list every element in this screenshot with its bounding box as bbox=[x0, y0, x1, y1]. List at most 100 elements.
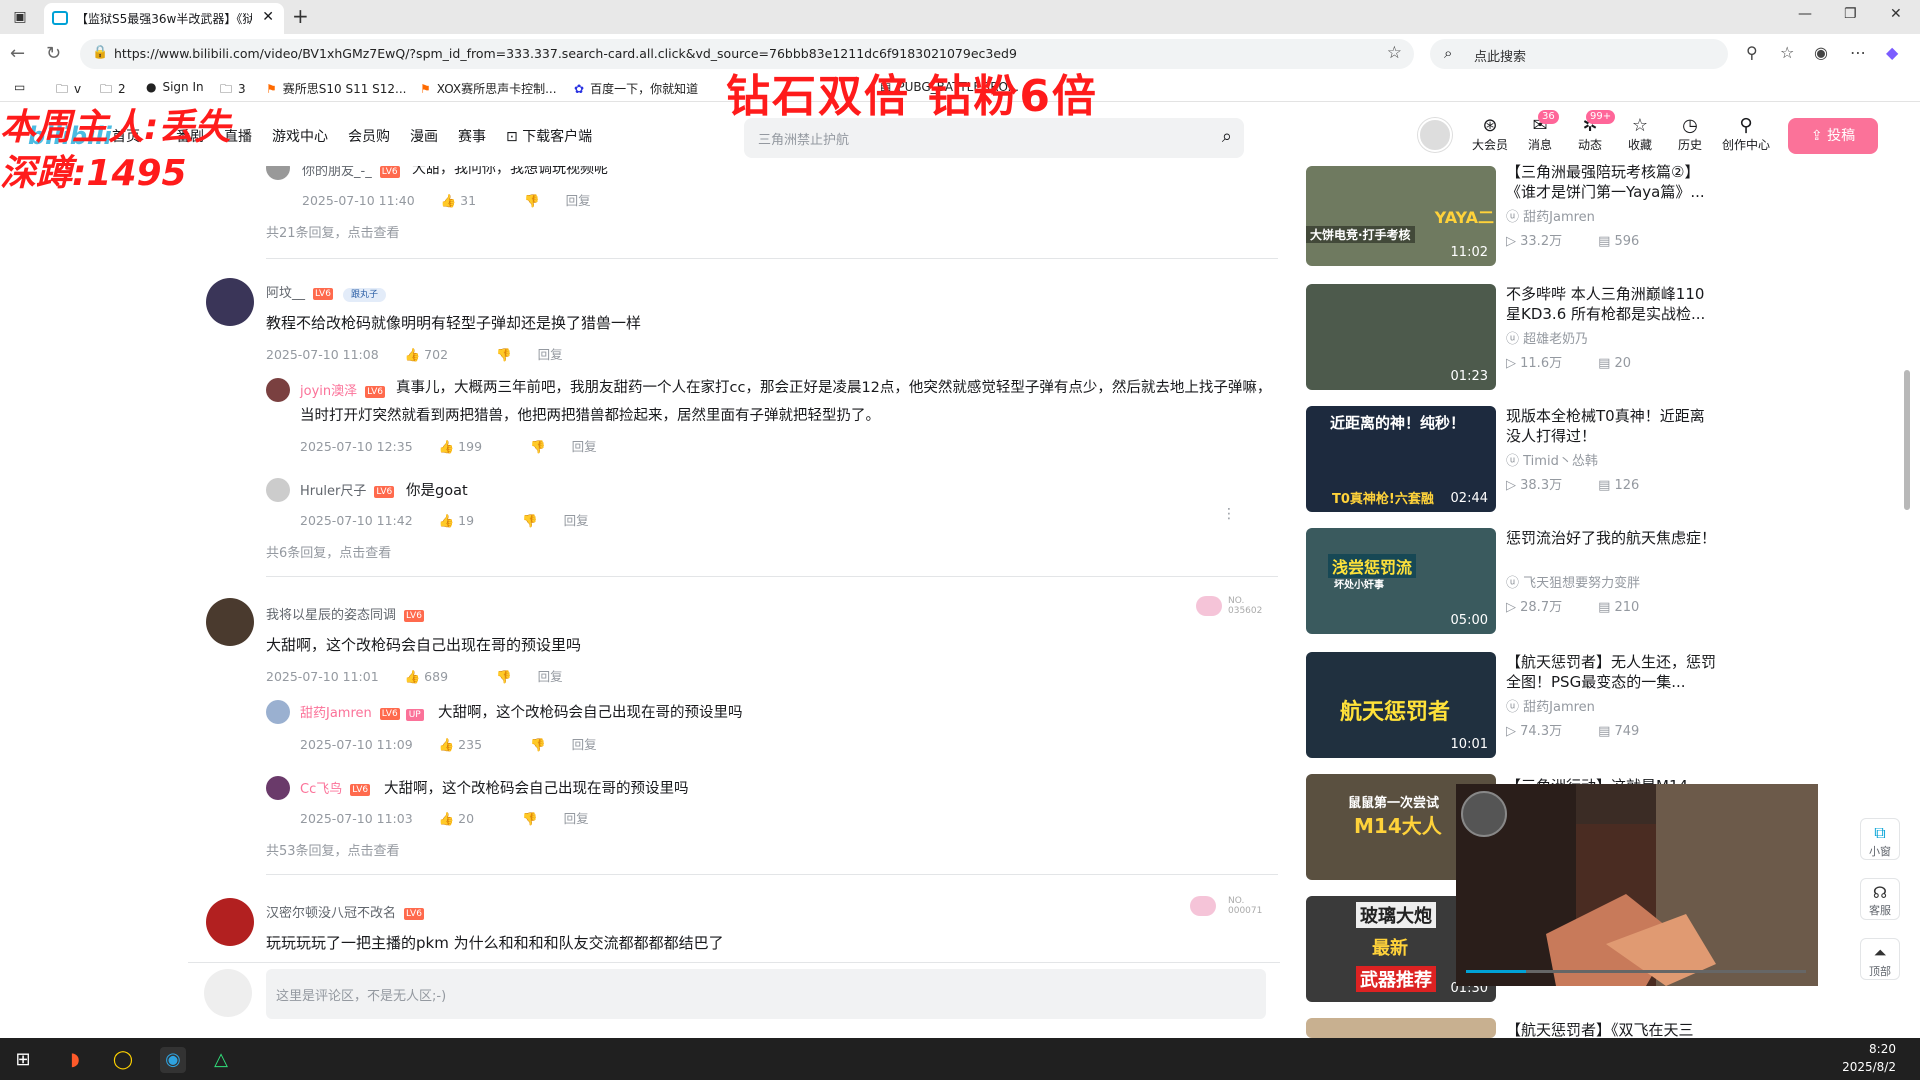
nav-download-client[interactable]: ⊡ 下载客户端 bbox=[506, 126, 592, 146]
avatar[interactable] bbox=[206, 278, 254, 326]
reply-button[interactable]: 回复 bbox=[538, 347, 563, 362]
reply-author[interactable]: Cc飞鸟 LV6 bbox=[300, 778, 371, 797]
restore-icon[interactable]: ❐ bbox=[1844, 6, 1857, 22]
browser-tab-active[interactable]: 【监狱S5最强36w半改武器】《狱 ✕ bbox=[44, 3, 284, 34]
browser-search-box[interactable]: ⌕ 点此搜索 bbox=[1430, 39, 1728, 69]
video-title[interactable]: 【航天惩罚者】无人生还，惩罚全图！PSG最变态的一集... bbox=[1506, 652, 1716, 692]
view-more-replies[interactable]: 共53条回复，点击查看 bbox=[266, 840, 400, 859]
dislike-icon[interactable]: 👎 bbox=[530, 737, 546, 752]
video-title[interactable]: 不多哔哔 本人三角洲巅峰110星KD3.6 所有枪都是实战检... bbox=[1506, 284, 1716, 324]
more-options-icon[interactable]: ⋮ bbox=[1222, 506, 1236, 522]
video-uploader[interactable]: ⓤ 甜药Jamren bbox=[1506, 696, 1595, 715]
dislike-icon[interactable]: 👎 bbox=[496, 669, 512, 684]
dislike-icon[interactable]: 👎 bbox=[522, 811, 538, 826]
minimize-icon[interactable]: — bbox=[1798, 6, 1812, 22]
avatar[interactable] bbox=[266, 776, 290, 800]
reply-author[interactable]: 你的朋友_-_ LV6 bbox=[302, 166, 400, 179]
nav-shop[interactable]: 会员购 bbox=[348, 126, 390, 146]
avatar[interactable] bbox=[266, 478, 290, 502]
video-thumbnail[interactable]: 航天惩罚者 10:01 bbox=[1306, 652, 1496, 758]
video-title[interactable]: 【航天惩罚者】《双飞在天三 bbox=[1506, 1020, 1716, 1038]
bookmark-sign-in[interactable]: ● Sign In bbox=[146, 80, 204, 94]
like-button[interactable]: 👍 702 bbox=[405, 347, 470, 362]
search-icon[interactable]: ⌕ bbox=[1222, 126, 1232, 147]
header-favorites[interactable]: ☆ 收藏 bbox=[1620, 116, 1660, 153]
related-video-card[interactable]: 【航天惩罚者】《双飞在天三 bbox=[1306, 1018, 1826, 1038]
copilot-icon[interactable]: ◆ bbox=[1886, 43, 1898, 62]
video-title[interactable]: 【三角洲最强陪玩考核篇②】《谁才是饼门第一Yaya篇》... bbox=[1506, 162, 1716, 202]
nav-events[interactable]: 赛事 bbox=[458, 126, 486, 146]
video-thumbnail[interactable]: 浅尝惩罚流 坏处小奸事 05:00 bbox=[1306, 528, 1496, 634]
dislike-icon[interactable]: 👎 bbox=[522, 513, 538, 528]
nav-manga[interactable]: 漫画 bbox=[410, 126, 438, 146]
related-video-card[interactable]: 近距离的神！纯秒！ T0真神枪!六套融 02:44 现版本全枪械T0真神！近距离… bbox=[1306, 406, 1826, 514]
site-info-icon[interactable]: 🔒 bbox=[92, 45, 108, 60]
avatar[interactable] bbox=[266, 378, 290, 402]
site-search-input[interactable]: 三角洲禁止护航 ⌕ bbox=[744, 118, 1244, 158]
nav-game-center[interactable]: 游戏中心 bbox=[272, 126, 328, 146]
clock-date[interactable]: 2025/8/2 bbox=[1842, 1060, 1896, 1074]
avatar[interactable] bbox=[266, 166, 290, 180]
comment-input[interactable]: 这里是评论区，不是无人区;-) bbox=[266, 969, 1266, 1019]
video-title[interactable]: 惩罚流治好了我的航天焦虑症！ bbox=[1506, 528, 1716, 548]
bookmark-sasuosi-1[interactable]: ⚑ 赛所思S10 S11 S12... bbox=[266, 80, 407, 97]
view-more-replies[interactable]: 共21条回复，点击查看 bbox=[266, 222, 400, 241]
video-uploader[interactable]: ⓤ 飞天狙想要努力变胖 bbox=[1506, 572, 1640, 591]
reply-button[interactable]: 回复 bbox=[564, 811, 589, 826]
user-avatar[interactable] bbox=[1418, 118, 1452, 152]
video-thumbnail[interactable]: 01:23 bbox=[1306, 284, 1496, 390]
more-menu-icon[interactable]: ⋯ bbox=[1850, 43, 1866, 62]
like-button[interactable]: 👍 235 bbox=[439, 737, 504, 752]
reply-author[interactable]: Hruler尺子 LV6 bbox=[300, 480, 395, 499]
new-tab-icon[interactable]: + bbox=[292, 4, 309, 28]
avatar[interactable] bbox=[206, 598, 254, 646]
back-icon[interactable]: ← bbox=[10, 43, 25, 64]
tab-actions-icon[interactable]: ▣ bbox=[8, 6, 32, 28]
related-video-card[interactable]: YAYA二 大饼电竞·打手考核 11:02 【三角洲最强陪玩考核篇②】《谁才是饼… bbox=[1306, 163, 1826, 274]
reply-button[interactable]: 回复 bbox=[566, 193, 591, 208]
favorites-icon[interactable]: ☆ bbox=[1780, 43, 1794, 62]
video-title[interactable]: 现版本全枪械T0真神！近距离没人打得过！ bbox=[1506, 406, 1716, 446]
edge-browser-icon[interactable]: ◉ bbox=[160, 1047, 186, 1073]
refresh-icon[interactable]: ↻ bbox=[46, 43, 61, 64]
reply-button[interactable]: 回复 bbox=[538, 669, 563, 684]
close-window-icon[interactable]: ✕ bbox=[1890, 6, 1902, 22]
app-icon[interactable]: ◗ bbox=[62, 1047, 88, 1073]
reply-button[interactable]: 回复 bbox=[572, 439, 597, 454]
video-uploader[interactable]: ⓤ Timid丶怂韩 bbox=[1506, 450, 1598, 469]
reply-author[interactable]: 甜药Jamren LV6 UP bbox=[300, 702, 424, 721]
bookmark-sasuosi-2[interactable]: ⚑ XOX赛所思声卡控制... bbox=[420, 80, 557, 97]
scrollbar-thumb[interactable] bbox=[1904, 370, 1910, 510]
avatar[interactable] bbox=[206, 898, 254, 946]
reply-button[interactable]: 回复 bbox=[572, 737, 597, 752]
dislike-icon[interactable]: 👎 bbox=[524, 193, 540, 208]
header-history[interactable]: ◷ 历史 bbox=[1670, 116, 1710, 153]
header-creator-center[interactable]: ⚲ 创作中心 bbox=[1720, 116, 1772, 153]
header-vip[interactable]: ⊛ 大会员 bbox=[1470, 116, 1510, 153]
reply-button[interactable]: 回复 bbox=[564, 513, 589, 528]
app-circle-icon[interactable]: ◯ bbox=[110, 1047, 136, 1073]
bookmark-manager-icon[interactable]: ▭ bbox=[14, 80, 25, 94]
comment-author[interactable]: 我将以星辰的姿态同调 LV6 bbox=[266, 604, 424, 623]
video-uploader[interactable]: ⓤ 甜药Jamren bbox=[1506, 206, 1595, 225]
like-button[interactable]: 👍 199 bbox=[439, 439, 504, 454]
profile-icon[interactable]: ◉ bbox=[1814, 43, 1828, 62]
customer-service-button[interactable]: ☊ 客服 bbox=[1860, 878, 1900, 920]
related-video-card[interactable]: 航天惩罚者 10:01 【航天惩罚者】无人生还，惩罚全图！PSG最变态的一集..… bbox=[1306, 652, 1826, 760]
related-video-card[interactable]: 浅尝惩罚流 坏处小奸事 05:00 惩罚流治好了我的航天焦虑症！ ⓤ 飞天狙想要… bbox=[1306, 528, 1826, 636]
bookmark-baidu[interactable]: ✿ 百度一下，你就知道 bbox=[574, 80, 698, 97]
dislike-icon[interactable]: 👎 bbox=[530, 439, 546, 454]
video-uploader[interactable]: ⓤ 超雄老奶乃 bbox=[1506, 328, 1588, 347]
favorite-star-icon[interactable]: ☆ bbox=[1387, 43, 1402, 63]
upload-button[interactable]: ⇪ 投稿 bbox=[1788, 118, 1878, 154]
like-button[interactable]: 👍 20 bbox=[439, 811, 496, 826]
like-button[interactable]: 👍 689 bbox=[405, 669, 470, 684]
comment-author[interactable]: 汉密尔顿没八冠不改名 LV6 bbox=[266, 902, 424, 921]
video-thumbnail[interactable]: 近距离的神！纯秒！ T0真神枪!六套融 02:44 bbox=[1306, 406, 1496, 512]
dislike-icon[interactable]: 👎 bbox=[496, 347, 512, 362]
mini-player[interactable] bbox=[1456, 784, 1818, 986]
video-thumbnail[interactable]: YAYA二 大饼电竞·打手考核 11:02 bbox=[1306, 166, 1496, 266]
like-button[interactable]: 👍 19 bbox=[439, 513, 496, 528]
view-more-replies[interactable]: 共6条回复，点击查看 bbox=[266, 542, 391, 561]
back-to-top-button[interactable]: ⏶ 顶部 bbox=[1860, 938, 1900, 980]
